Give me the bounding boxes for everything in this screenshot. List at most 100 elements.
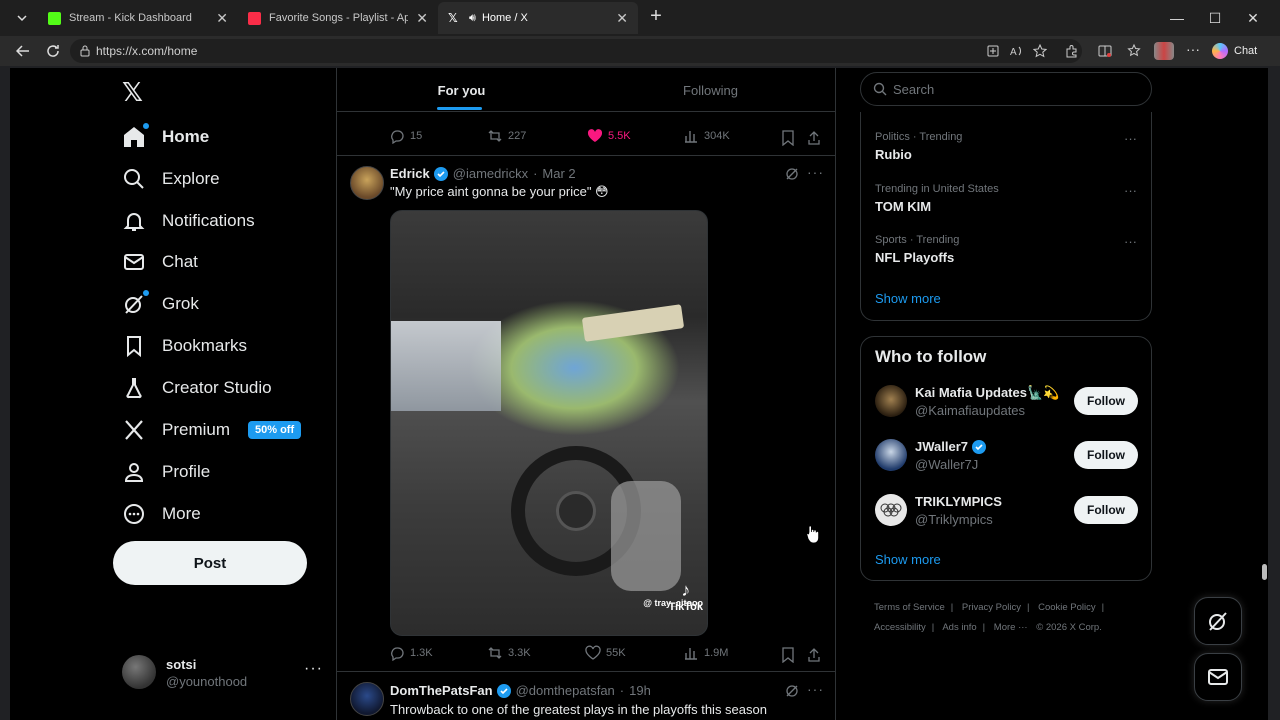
follow-button[interactable]: Follow [1074,387,1138,415]
nav-item-creator-studio[interactable]: Creator Studio [122,373,272,403]
close-tab-icon[interactable]: ✕ [616,10,628,27]
avatar[interactable] [350,682,384,716]
avatar[interactable] [350,166,384,200]
bookmark-icon[interactable] [781,647,795,663]
back-button[interactable] [12,40,34,62]
close-tab-icon[interactable]: ✕ [216,10,228,27]
nav-item-premium[interactable]: Premium 50% off [122,415,302,445]
split-screen-icon[interactable] [1097,43,1113,59]
more-dots-icon[interactable]: ··· [1124,131,1137,146]
tweet-text: "My price aint gonna be your price" 😳 [390,184,609,199]
share-icon[interactable] [807,130,821,146]
nav-label: Grok [162,294,199,313]
home-icon [122,123,149,149]
nav-item-notifications[interactable]: Notifications [122,206,255,236]
grok-icon[interactable] [785,684,799,698]
address-bar[interactable]: https://x.com/home A [70,39,1082,63]
views-button[interactable]: 304K [683,128,730,144]
nav-label: Profile [162,462,211,481]
footer-link[interactable]: Terms of Service [874,602,945,613]
account-switcher[interactable]: sotsi @younothood ··· [122,655,322,691]
follow-button[interactable]: Follow [1074,441,1138,469]
show-more-follow-link[interactable]: Show more [875,552,941,567]
follow-suggestion[interactable]: Kai Mafia Updates🗽💫 @Kaimafiaupdates Fol… [875,385,1138,421]
tab-actions-menu-button[interactable] [10,6,34,30]
footer-link[interactable]: Accessibility [874,622,926,633]
trend-item[interactable]: Trending in United States TOM KIM ··· [875,183,1137,214]
app-available-icon[interactable] [986,44,1000,58]
tweet-author[interactable]: DomThePatsFan @domthepatsfan · 19h [390,683,651,698]
footer-link[interactable]: Privacy Policy [962,602,1021,613]
more-dots-icon[interactable]: ··· [1124,183,1137,198]
more-dots-icon[interactable]: ··· [304,660,323,678]
tab-for-you[interactable]: For you [337,68,586,112]
search-placeholder: Search [893,81,935,97]
new-tab-button[interactable]: + [645,6,667,28]
more-dots-icon[interactable]: ··· [807,681,824,697]
settings-more-icon[interactable]: ··· [1186,41,1200,57]
maximize-button[interactable]: ☐ [1196,0,1234,36]
footer-link[interactable]: Cookie Policy [1038,602,1096,613]
bookmark-icon[interactable] [781,130,795,146]
reply-icon [391,130,404,144]
footer-link[interactable]: More ··· [994,622,1028,633]
repost-button[interactable]: 3.3K [487,645,531,661]
nav-item-explore[interactable]: Explore [122,164,220,194]
nav-item-grok[interactable]: Grok [122,289,199,319]
nav-item-profile[interactable]: Profile [122,457,210,487]
star-favorite-icon[interactable] [1033,44,1047,58]
favorites-icon[interactable] [1126,43,1142,59]
tweet-author[interactable]: Edrick @iamedrickx · Mar 2 [390,166,576,181]
copilot-chat-button[interactable]: Chat [1212,40,1272,62]
browser-tab-kick[interactable]: Stream - Kick Dashboard ✕ [38,4,238,32]
reply-button[interactable]: 15 [389,128,422,144]
x-logo-icon [122,418,146,442]
messages-floating-button[interactable] [1194,653,1242,701]
repost-button[interactable]: 227 [487,128,526,144]
like-button[interactable]: 55K [585,645,626,661]
tweet-video[interactable]: ♪ TikTok @ tray_citooo [390,210,708,636]
nav-item-more[interactable]: More [122,499,201,529]
footer-link[interactable]: Ads info [942,622,976,633]
follow-suggestion[interactable]: TRIKLYMPICS @Triklympics Follow [875,494,1138,530]
account-handle: @younothood [166,674,248,689]
grok-icon[interactable] [785,167,799,181]
nav-item-home[interactable]: Home [122,122,209,152]
suggestion-name: Kai Mafia Updates🗽💫 [915,385,1060,400]
profile-avatar[interactable] [1154,42,1174,60]
avatar [875,439,907,471]
like-button[interactable]: 5.5K [587,128,631,144]
reply-button[interactable]: 1.3K [389,645,433,661]
minimize-button[interactable]: — [1158,0,1196,36]
read-aloud-icon[interactable]: A [1010,44,1024,58]
refresh-button[interactable] [42,40,64,62]
browser-tab-x-home[interactable]: 𝕏 🔊︎ Home / X ✕ [438,2,638,34]
browser-tab-apple-music[interactable]: Favorite Songs - Playlist - Apple Music … [238,4,438,32]
nav-item-chat[interactable]: Chat [122,247,198,277]
page-scrollbar[interactable] [1260,68,1268,720]
search-input[interactable]: Search [860,72,1152,106]
nav-label: Notifications [162,211,255,230]
trend-item[interactable]: Politics · Trending Rubio ··· [875,131,1137,162]
post-button[interactable]: Post [113,541,307,585]
close-tab-icon[interactable]: ✕ [416,10,428,27]
tab-following[interactable]: Following [586,68,835,112]
tab-title: Home / X [481,12,528,24]
nav-item-bookmarks[interactable]: Bookmarks [122,331,247,361]
tweet-actions: 1.3K 3.3K 55K 1.9M [337,645,835,665]
trend-item[interactable]: Sports · Trending NFL Playoffs ··· [875,234,1137,265]
x-logo-icon[interactable]: 𝕏 [122,78,150,106]
mouse-cursor-icon [806,525,819,544]
avatar [875,385,907,417]
speaker-icon[interactable]: 🔊︎ [469,12,476,25]
follow-button[interactable]: Follow [1074,496,1138,524]
follow-suggestion[interactable]: JWaller7 @Waller7J Follow [875,439,1138,475]
more-dots-icon[interactable]: ··· [1124,234,1137,249]
grok-floating-button[interactable] [1194,597,1242,645]
extensions-icon[interactable] [1063,43,1079,59]
views-button[interactable]: 1.9M [683,645,728,661]
more-dots-icon[interactable]: ··· [807,164,824,180]
close-window-button[interactable]: ✕ [1234,0,1272,36]
show-more-trends-link[interactable]: Show more [875,291,941,306]
share-icon[interactable] [807,647,821,663]
